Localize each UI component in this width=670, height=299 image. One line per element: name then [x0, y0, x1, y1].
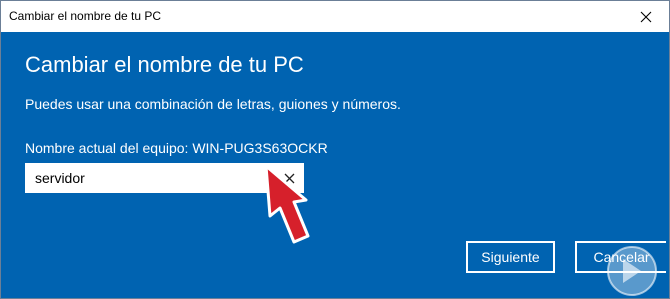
- rename-pc-window: Cambiar el nombre de tu PC Cambiar el no…: [0, 0, 670, 299]
- window-close-button[interactable]: [623, 1, 669, 32]
- pc-name-input[interactable]: [27, 165, 283, 191]
- window-title: Cambiar el nombre de tu PC: [9, 9, 162, 23]
- watermark-logo: [607, 246, 657, 296]
- next-button[interactable]: Siguiente: [466, 241, 555, 273]
- dialog-description: Puedes usar una combinación de letras, g…: [25, 96, 401, 112]
- dialog-heading: Cambiar el nombre de tu PC: [25, 52, 304, 77]
- current-pc-name-label: Nombre actual del equipo: WIN-PUG3S63OCK…: [25, 140, 328, 156]
- annotation-arrow-icon: [264, 164, 310, 244]
- title-bar: Cambiar el nombre de tu PC: [1, 1, 669, 32]
- close-icon: [640, 11, 652, 22]
- dialog-content: Cambiar el nombre de tu PC Puedes usar u…: [1, 32, 669, 298]
